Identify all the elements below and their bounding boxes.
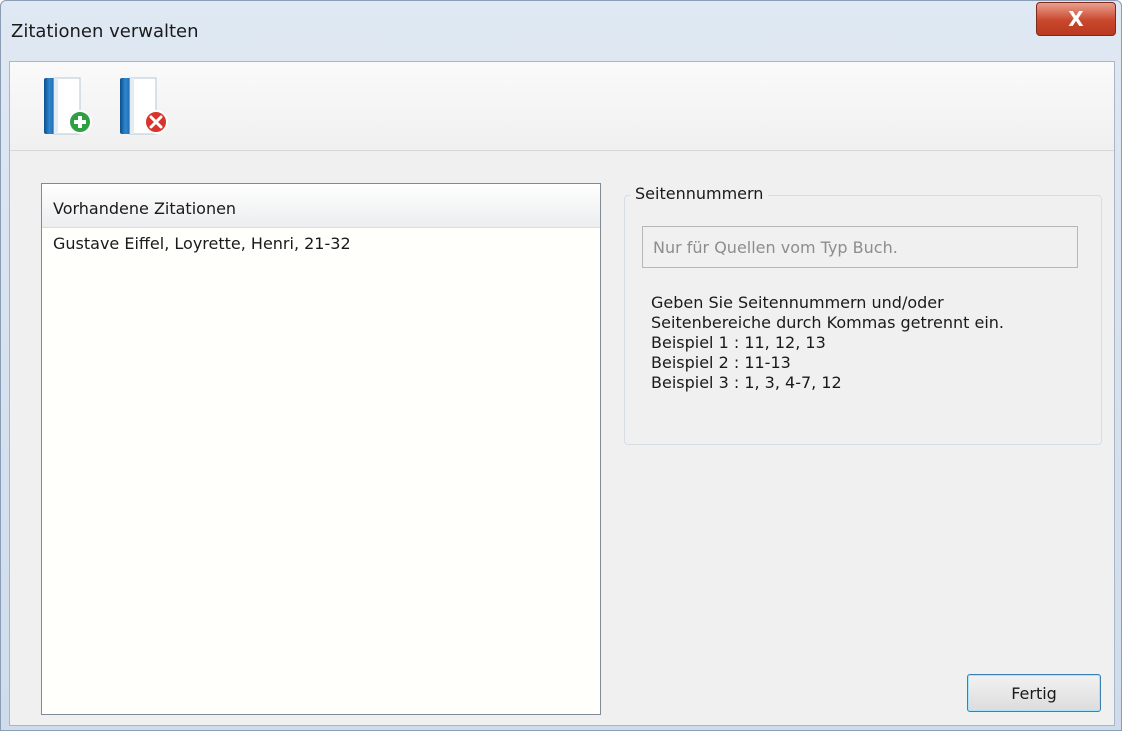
book-delete-icon xyxy=(120,77,168,135)
citations-list[interactable]: Vorhandene Zitationen Gustave Eiffel, Lo… xyxy=(41,183,601,715)
help-text-example: Beispiel 2 : 11-13 xyxy=(651,353,791,372)
page-numbers-label: Seitennummern xyxy=(630,184,769,203)
list-item[interactable]: Gustave Eiffel, Loyrette, Henri, 21-32 xyxy=(42,234,600,260)
close-button[interactable]: X xyxy=(1036,2,1116,36)
page-numbers-input[interactable] xyxy=(642,226,1078,268)
close-icon: X xyxy=(1068,7,1084,31)
title-bar[interactable]: Zitationen verwalten X xyxy=(1,1,1122,61)
help-text-line: Seitenbereiche durch Kommas getrennt ein… xyxy=(651,313,1005,332)
delete-citation-button[interactable] xyxy=(116,72,176,140)
list-column-header[interactable]: Vorhandene Zitationen xyxy=(42,184,600,228)
help-text-line: Geben Sie Seitennummern und/oder xyxy=(651,293,944,312)
dialog-window: Zitationen verwalten X Vorhandene Zitati… xyxy=(0,0,1122,731)
window-title: Zitationen verwalten xyxy=(11,21,199,42)
add-citation-button[interactable] xyxy=(40,72,100,140)
toolbar xyxy=(10,62,1114,151)
dialog-client-area: Vorhandene Zitationen Gustave Eiffel, Lo… xyxy=(9,61,1115,726)
help-text-example: Beispiel 3 : 1, 3, 4-7, 12 xyxy=(651,373,842,392)
done-button[interactable]: Fertig xyxy=(967,674,1101,712)
book-add-icon xyxy=(44,77,92,135)
help-text-example: Beispiel 1 : 11, 12, 13 xyxy=(651,333,826,352)
